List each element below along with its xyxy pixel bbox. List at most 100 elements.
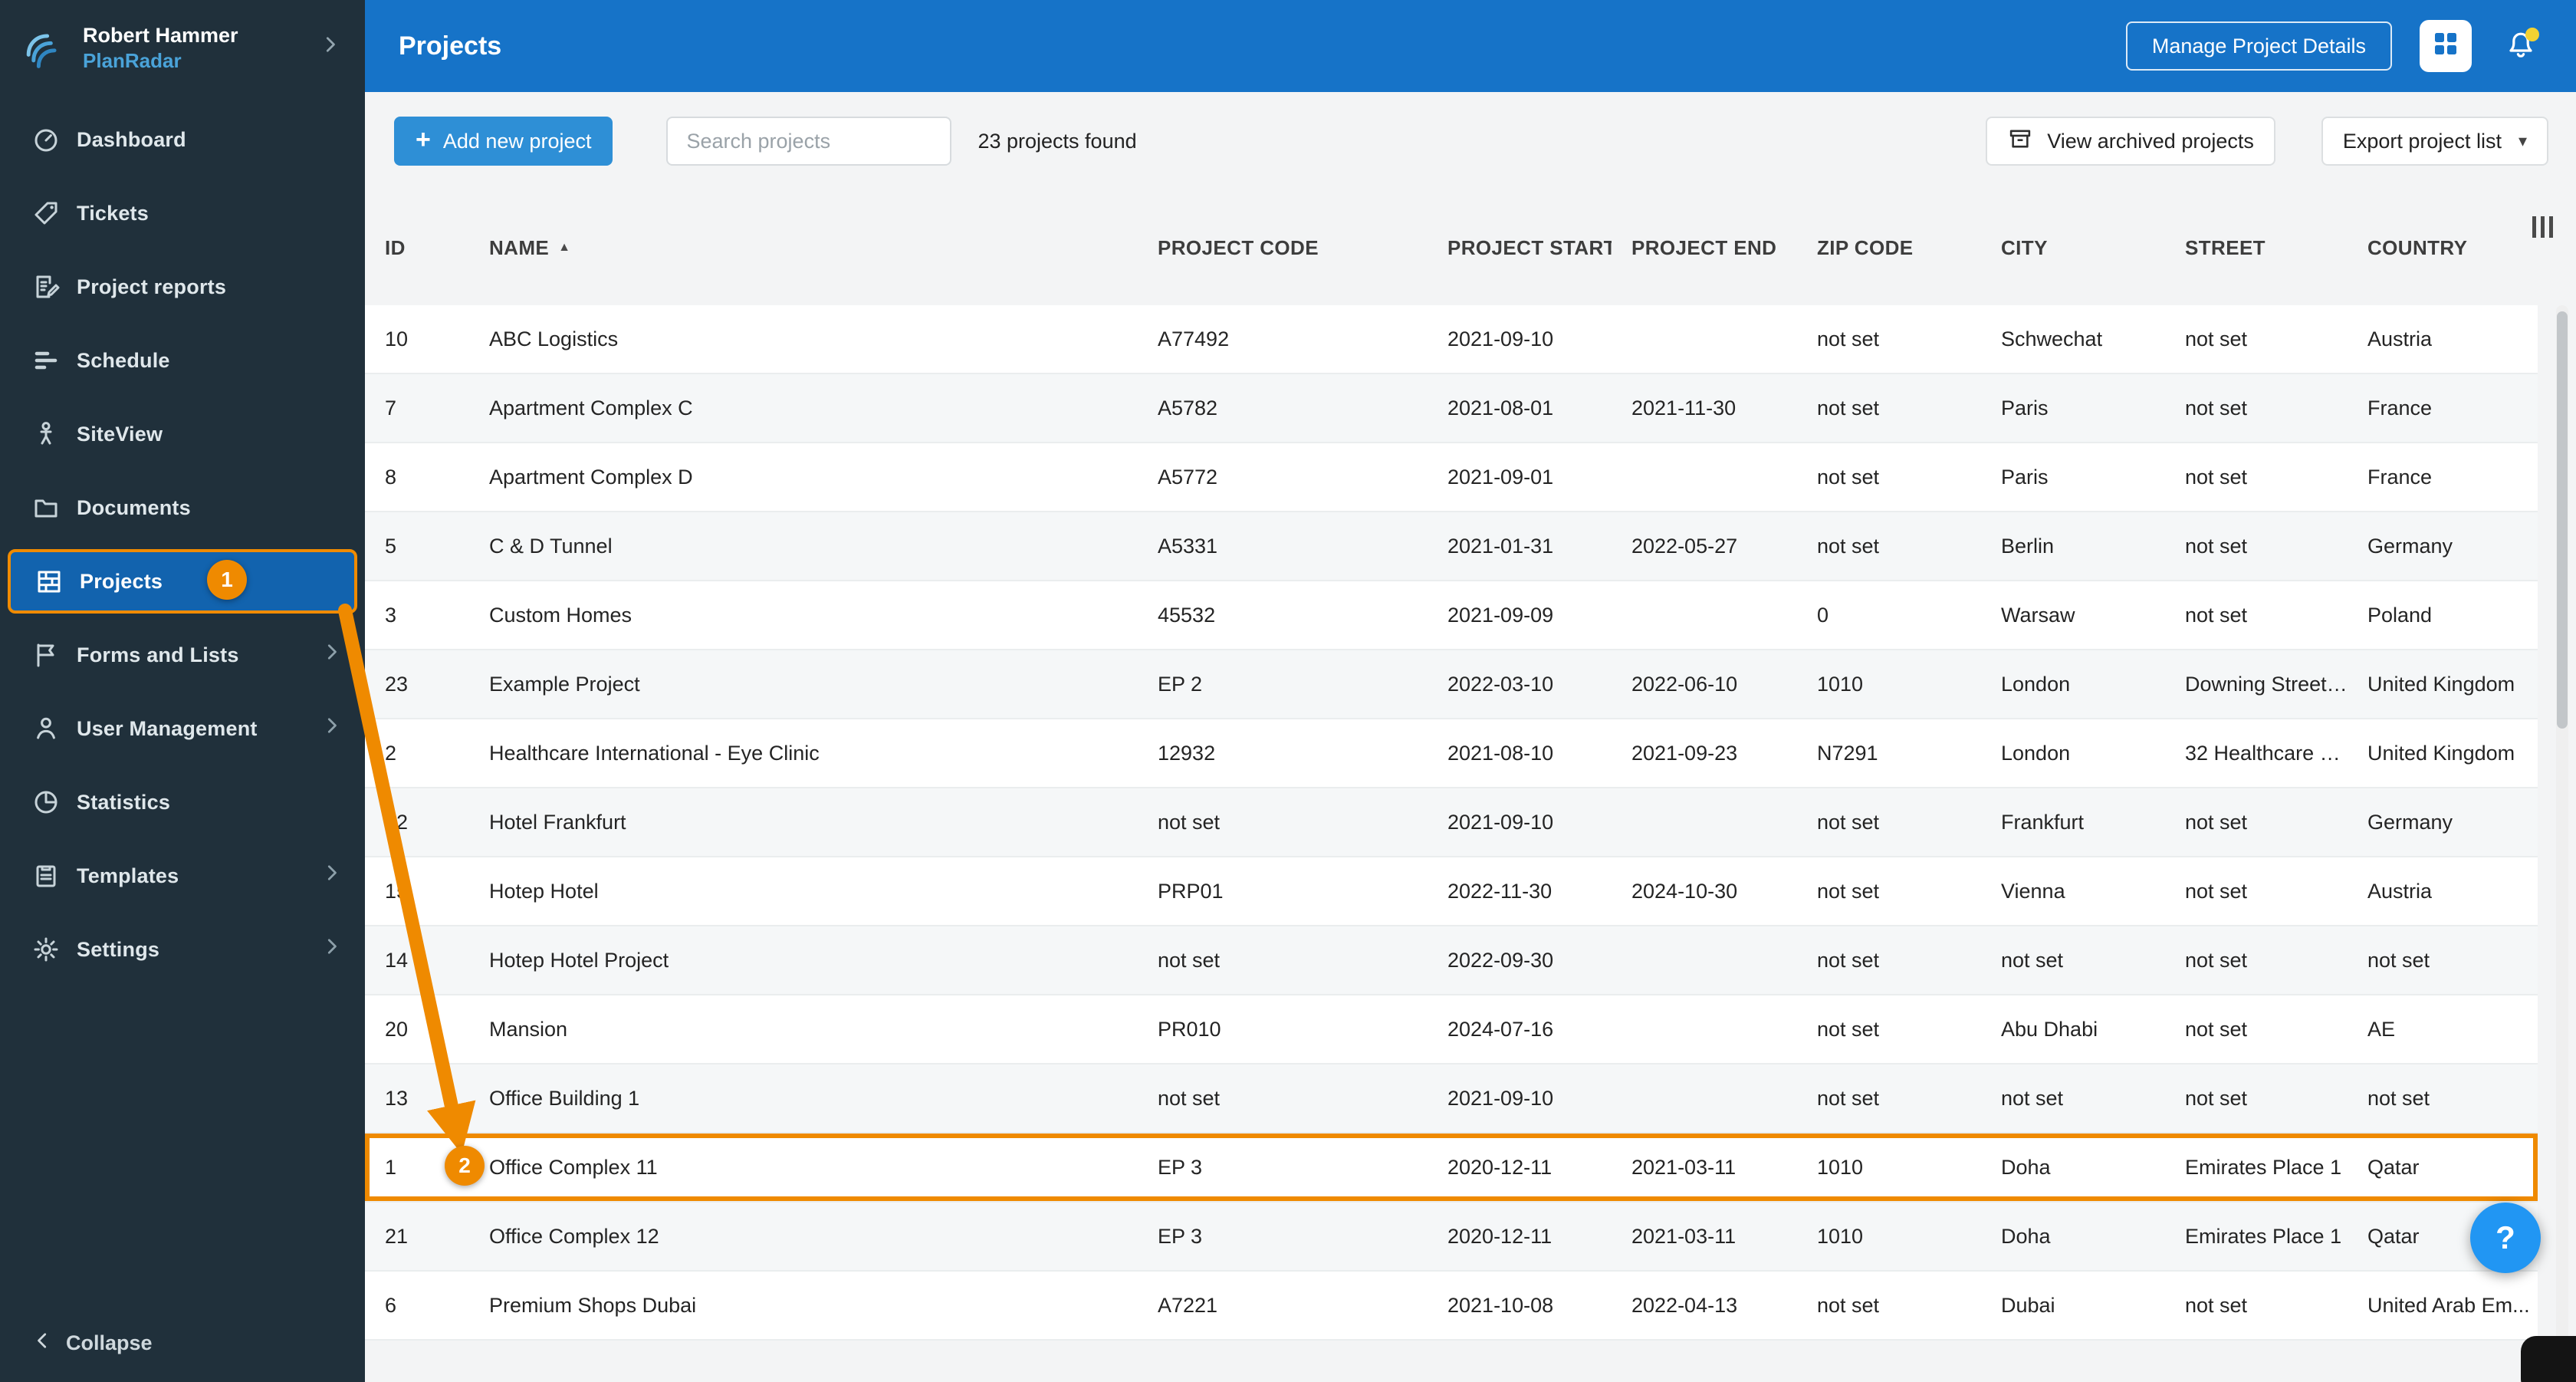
sidebar-item-documents[interactable]: Documents [0, 471, 365, 545]
cell-name: Apartment Complex C [489, 396, 693, 420]
sidebar-item-forms-and-lists[interactable]: Forms and Lists [0, 618, 365, 692]
cell-name: Office Complex 12 [489, 1224, 659, 1248]
settings-icon [31, 934, 61, 965]
cell-city: London [2001, 672, 2071, 696]
sidebar-item-projects[interactable]: Projects [8, 549, 357, 614]
column-header-city[interactable]: CITY [1981, 236, 2165, 260]
help-button[interactable]: ? [2470, 1203, 2541, 1273]
add-new-project-button[interactable]: + Add new project [394, 117, 613, 166]
cell-start: 2021-01-31 [1447, 534, 1554, 558]
cell-start: 2022-09-30 [1447, 948, 1554, 972]
table-row[interactable]: 3 Custom Homes 45532 2021-09-09 0 Warsaw not s… [365, 581, 2538, 650]
column-header-project-start[interactable]: PROJECT START [1428, 236, 1612, 260]
cell-name: ABC Logistics [489, 327, 619, 350]
column-header-id[interactable]: ID [365, 236, 469, 260]
project-reports-icon [31, 271, 61, 302]
apps-button[interactable] [2420, 20, 2472, 72]
cell-name: Office Building 1 [489, 1086, 640, 1110]
top-header: Projects Manage Project Details [365, 0, 2576, 92]
cell-street: not set [2185, 465, 2248, 489]
search-input[interactable] [666, 117, 952, 166]
cell-country: Germany [2367, 810, 2453, 834]
scrollbar-thumb[interactable] [2557, 311, 2568, 729]
sidebar: Robert Hammer PlanRadar Dashboard Tickets… [0, 0, 365, 1382]
column-header-project-code[interactable]: PROJECT CODE [1138, 236, 1428, 260]
annotation-step-2: 2 [445, 1146, 485, 1186]
column-header-street[interactable]: STREET [2165, 236, 2348, 260]
cell-street: not set [2185, 1086, 2248, 1110]
cell-street: not set [2185, 1293, 2248, 1317]
table-row[interactable]: 15 Hotep Hotel PRP01 2022-11-30 2024-10-30 no… [365, 857, 2538, 926]
table-row[interactable]: 12 Hotel Frankfurt not set 2021-09-10 not se… [365, 788, 2538, 857]
cell-zip: not set [1817, 1293, 1880, 1317]
cell-street: Emirates Place 1 [2185, 1155, 2342, 1179]
cell-street: not set [2185, 327, 2248, 350]
sidebar-item-templates[interactable]: Templates [0, 839, 365, 913]
cell-end: 2022-05-27 [1631, 534, 1738, 558]
cell-id: 7 [385, 396, 397, 420]
cell-city: London [2001, 741, 2071, 765]
sidebar-item-statistics[interactable]: Statistics [0, 765, 365, 839]
view-archived-projects-button[interactable]: View archived projects [1986, 117, 2275, 166]
sidebar-item-user-management[interactable]: User Management [0, 692, 365, 765]
table-row[interactable]: 14 Hotep Hotel Project not set 2022-09-30 no… [365, 926, 2538, 995]
vertical-scrollbar[interactable] [2556, 305, 2568, 1341]
chevron-right-icon [320, 640, 343, 670]
export-project-list-button[interactable]: Export project list ▾ [2321, 117, 2548, 166]
apps-grid-icon [2430, 28, 2461, 64]
cell-end: 2022-04-13 [1631, 1293, 1738, 1317]
column-header-label: ZIP CODE [1817, 235, 1914, 259]
cell-city: Paris [2001, 465, 2049, 489]
cell-zip: not set [1817, 810, 1880, 834]
table-row[interactable]: 8 Apartment Complex D A5772 2021-09-01 not s… [365, 443, 2538, 512]
schedule-icon [31, 345, 61, 376]
table-row[interactable]: 2 Healthcare International - Eye Clinic 12… [365, 719, 2538, 788]
table-row[interactable]: 6 Premium Shops Dubai A7221 2021-10-08 2022-… [365, 1272, 2538, 1341]
table-row[interactable]: 7 Apartment Complex C A5782 2021-08-01 2021-… [365, 374, 2538, 443]
column-header-zip-code[interactable]: ZIP CODE [1797, 236, 1981, 260]
cell-id: 5 [385, 534, 397, 558]
sidebar-item-settings[interactable]: Settings [0, 913, 365, 986]
sidebar-item-label: Settings [77, 937, 160, 961]
sidebar-item-label: Project reports [77, 275, 227, 298]
sidebar-item-project-reports[interactable]: Project reports [0, 250, 365, 324]
column-settings-icon[interactable] [2529, 213, 2556, 241]
projects-table: ID NAME ▲ PROJECT CODE PROJECT START PROJECT … [365, 190, 2576, 1382]
column-header-country[interactable]: COUNTRY [2348, 236, 2538, 260]
notifications-button[interactable] [2499, 25, 2542, 67]
cell-code: not set [1158, 948, 1221, 972]
sidebar-item-tickets[interactable]: Tickets [0, 176, 365, 250]
table-row[interactable]: 21 Office Complex 12 EP 3 2020-12-11 2021-03… [365, 1203, 2538, 1272]
sidebar-item-siteview[interactable]: SiteView [0, 397, 365, 471]
manage-project-details-button[interactable]: Manage Project Details [2125, 21, 2392, 71]
column-header-label: ID [385, 235, 406, 259]
table-row[interactable]: 5 C & D Tunnel A5331 2021-01-31 2022-05-27 no… [365, 512, 2538, 581]
sidebar-item-schedule[interactable]: Schedule [0, 324, 365, 397]
cell-start: 2022-11-30 [1447, 879, 1552, 903]
column-header-name[interactable]: NAME ▲ [469, 236, 1138, 260]
table-row[interactable]: 10 ABC Logistics A77492 2021-09-10 not set Sc… [365, 305, 2538, 374]
cell-id: 6 [385, 1293, 397, 1317]
sidebar-item-label: Dashboard [77, 127, 186, 151]
sidebar-item-label: Documents [77, 495, 191, 519]
cell-start: 2021-09-01 [1447, 465, 1554, 489]
column-header-project-end[interactable]: PROJECT END [1612, 236, 1797, 260]
chevron-right-icon[interactable] [319, 33, 347, 62]
table-row[interactable]: 13 Office Building 1 not set 2021-09-10 not … [365, 1064, 2538, 1134]
cell-zip: 1010 [1817, 1155, 1864, 1179]
user-management-icon [31, 713, 61, 744]
export-label: Export project list [2342, 129, 2502, 153]
cell-city: not set [2001, 948, 2064, 972]
sidebar-item-dashboard[interactable]: Dashboard [0, 103, 365, 176]
sidebar-user-menu[interactable]: Robert Hammer PlanRadar [0, 0, 365, 95]
table-row[interactable]: 20 Mansion PR010 2024-07-16 not set Abu Dhabi… [365, 995, 2538, 1064]
cell-country: Qatar [2367, 1155, 2420, 1179]
cell-name: C & D Tunnel [489, 534, 613, 558]
table-row[interactable]: 23 Example Project EP 2 2022-03-10 2022-06-1… [365, 650, 2538, 719]
sidebar-item-label: User Management [77, 716, 258, 740]
table-row[interactable]: 1 Office Complex 11 EP 3 2020-12-11 2021-03-… [365, 1134, 2538, 1203]
cell-code: PR010 [1158, 1017, 1221, 1041]
cell-name: Hotep Hotel [489, 879, 599, 903]
cell-start: 2021-10-08 [1447, 1293, 1554, 1317]
collapse-button[interactable]: Collapse [31, 1329, 153, 1357]
